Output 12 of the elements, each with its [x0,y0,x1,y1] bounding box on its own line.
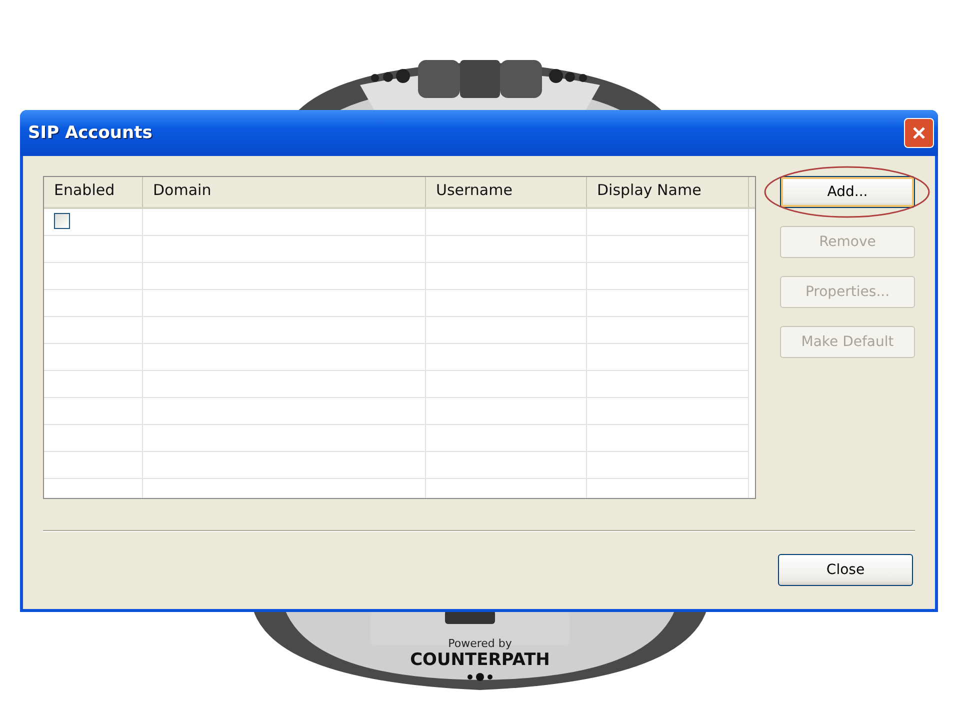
column-header[interactable]: Display Name [587,177,749,207]
brand-logo: COUNTERPATH [410,650,550,670]
close-icon[interactable] [904,118,934,148]
column-header[interactable]: Domain [143,177,426,207]
window-title: SIP Accounts [28,123,152,143]
brand-caption: Powered by [448,638,512,650]
dots-icon [465,672,495,682]
column-header[interactable]: Username [426,177,587,207]
close-button[interactable]: Close [778,554,913,586]
add-button[interactable]: Add... [780,176,915,208]
column-header[interactable]: Enabled [44,177,143,207]
checkbox[interactable] [54,213,70,229]
